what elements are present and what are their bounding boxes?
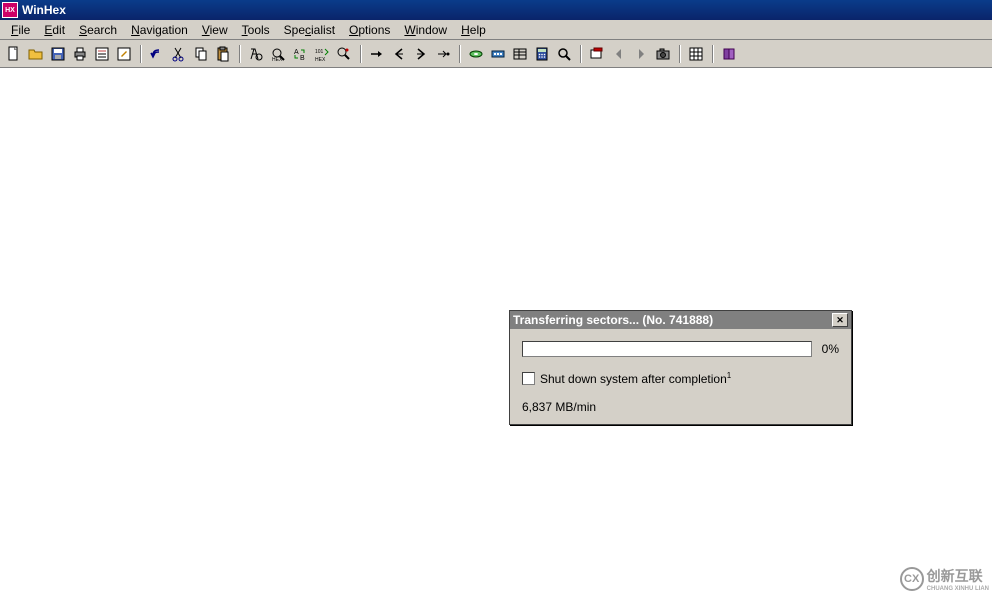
shutdown-checkbox[interactable] [522, 372, 535, 385]
save-icon[interactable] [47, 43, 69, 65]
replace-hex-icon[interactable]: 101 HEX [311, 43, 333, 65]
data-interpreter-icon[interactable] [509, 43, 531, 65]
cut-icon[interactable] [168, 43, 190, 65]
menu-view[interactable]: View [195, 21, 235, 39]
writable-icon[interactable] [113, 43, 135, 65]
menubar: File Edit Search Navigation View Tools S… [0, 20, 992, 40]
dialog-title-text: Transferring sectors... (No. 741888) [513, 313, 832, 327]
svg-text:B: B [300, 55, 305, 62]
app-title: WinHex [22, 3, 66, 17]
toolbar-separator [236, 43, 243, 65]
svg-text:101: 101 [315, 49, 324, 55]
previous-arrow-icon[interactable] [608, 43, 630, 65]
properties-icon[interactable] [91, 43, 113, 65]
titlebar: HX WinHex [0, 0, 992, 20]
menu-edit[interactable]: Edit [37, 21, 72, 39]
toolbar-separator [357, 43, 364, 65]
open-disk-icon[interactable] [465, 43, 487, 65]
menu-search[interactable]: Search [72, 21, 124, 39]
svg-text:A: A [294, 49, 299, 56]
find-again-icon[interactable] [333, 43, 355, 65]
back-icon[interactable] [388, 43, 410, 65]
toolbar-separator [709, 43, 716, 65]
watermark-icon: CX [900, 567, 924, 591]
goto-icon[interactable] [366, 43, 388, 65]
snapshot-icon[interactable] [652, 43, 674, 65]
menu-help[interactable]: Help [454, 21, 493, 39]
open-file-icon[interactable] [25, 43, 47, 65]
replace-text-icon[interactable]: AB [289, 43, 311, 65]
dialog-titlebar[interactable]: Transferring sectors... (No. 741888) ✕ [510, 311, 851, 329]
menu-specialist[interactable]: Specialist [277, 21, 342, 39]
progress-percent: 0% [822, 342, 839, 356]
forward-icon[interactable] [410, 43, 432, 65]
dialog-body: 0% Shut down system after completion1 6,… [510, 329, 851, 424]
app-icon: HX [2, 2, 18, 18]
toolbar-separator [456, 43, 463, 65]
copy-icon[interactable] [190, 43, 212, 65]
paste-icon[interactable] [212, 43, 234, 65]
watermark-text: 创新互联 CHUANG XINHU LIAN [927, 566, 989, 592]
find-hex-icon[interactable]: HEX [267, 43, 289, 65]
position-manager-icon[interactable] [586, 43, 608, 65]
toolbar-separator [577, 43, 584, 65]
close-icon[interactable]: ✕ [832, 313, 848, 327]
new-file-icon[interactable] [3, 43, 25, 65]
open-ram-icon[interactable] [487, 43, 509, 65]
print-icon[interactable] [69, 43, 91, 65]
transfer-dialog: Transferring sectors... (No. 741888) ✕ 0… [509, 310, 852, 425]
find-text-icon[interactable] [245, 43, 267, 65]
menu-tools[interactable]: Tools [235, 21, 277, 39]
next-arrow-icon[interactable] [630, 43, 652, 65]
next-icon[interactable] [432, 43, 454, 65]
watermark: CX 创新互联 CHUANG XINHU LIAN [900, 566, 989, 592]
toolbar: HEX AB 101 HEX [0, 40, 992, 68]
svg-text:HEX: HEX [272, 57, 283, 62]
menu-navigation[interactable]: Navigation [124, 21, 195, 39]
help-icon[interactable] [718, 43, 740, 65]
progress-bar [522, 341, 812, 357]
calculator-icon[interactable] [531, 43, 553, 65]
menu-window[interactable]: Window [397, 21, 454, 39]
toolbar-separator [137, 43, 144, 65]
options-icon[interactable] [685, 43, 707, 65]
analyze-icon[interactable] [553, 43, 575, 65]
svg-text:HEX: HEX [315, 57, 326, 62]
toolbar-separator [676, 43, 683, 65]
menu-options[interactable]: Options [342, 21, 397, 39]
undo-icon[interactable] [146, 43, 168, 65]
menu-file[interactable]: File [4, 21, 37, 39]
transfer-rate: 6,837 MB/min [522, 400, 839, 414]
shutdown-label: Shut down system after completion1 [540, 371, 731, 386]
